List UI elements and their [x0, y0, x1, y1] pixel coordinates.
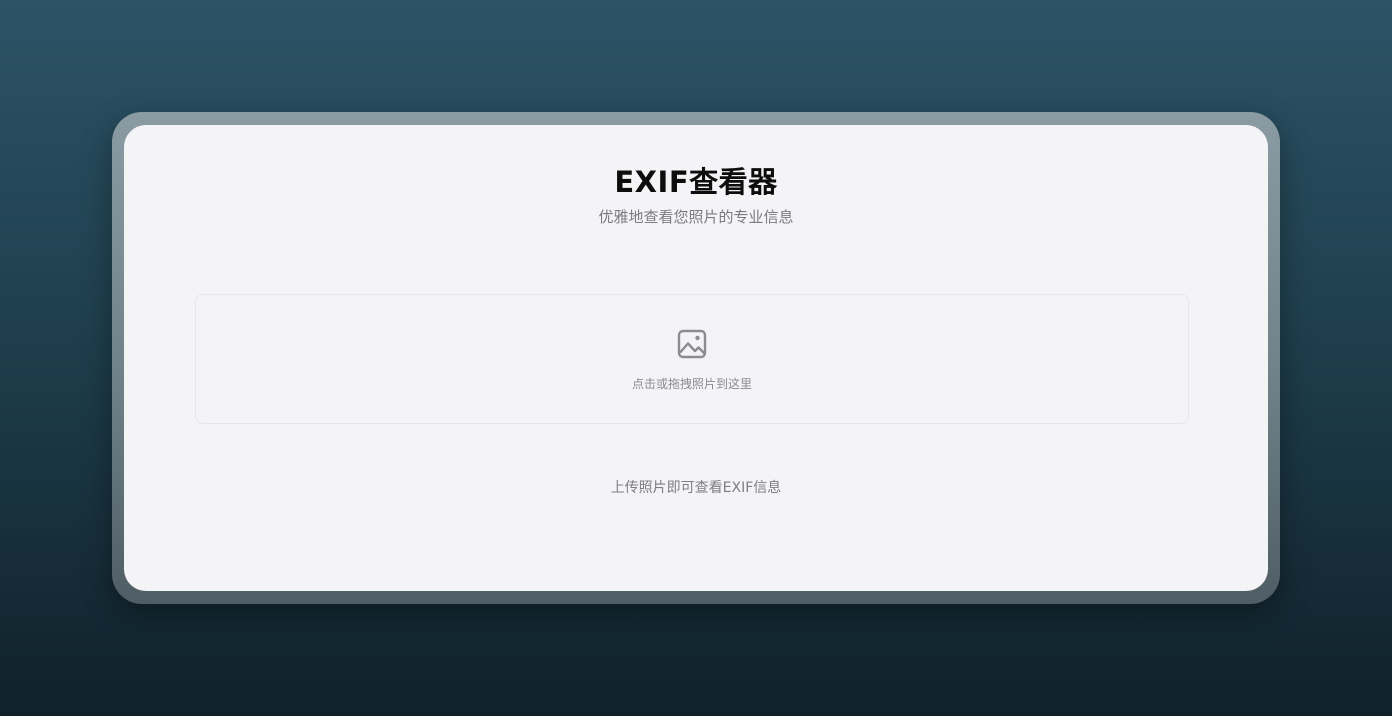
empty-state-hint: 上传照片即可查看EXIF信息: [610, 480, 782, 496]
dropzone-label: 点击或拖拽照片到这里: [631, 377, 752, 391]
app-frame: EXIF查看器 优雅地查看您照片的专业信息 点击或拖拽照片到这里 上传照片即可查…: [112, 112, 1280, 604]
photo-dropzone[interactable]: 点击或拖拽照片到这里: [195, 294, 1189, 424]
main-card: EXIF查看器 优雅地查看您照片的专业信息 点击或拖拽照片到这里 上传照片即可查…: [124, 125, 1268, 591]
page-subtitle: 优雅地查看您照片的专业信息: [598, 208, 794, 226]
page-title: EXIF查看器: [614, 165, 778, 199]
image-icon: [676, 328, 708, 360]
